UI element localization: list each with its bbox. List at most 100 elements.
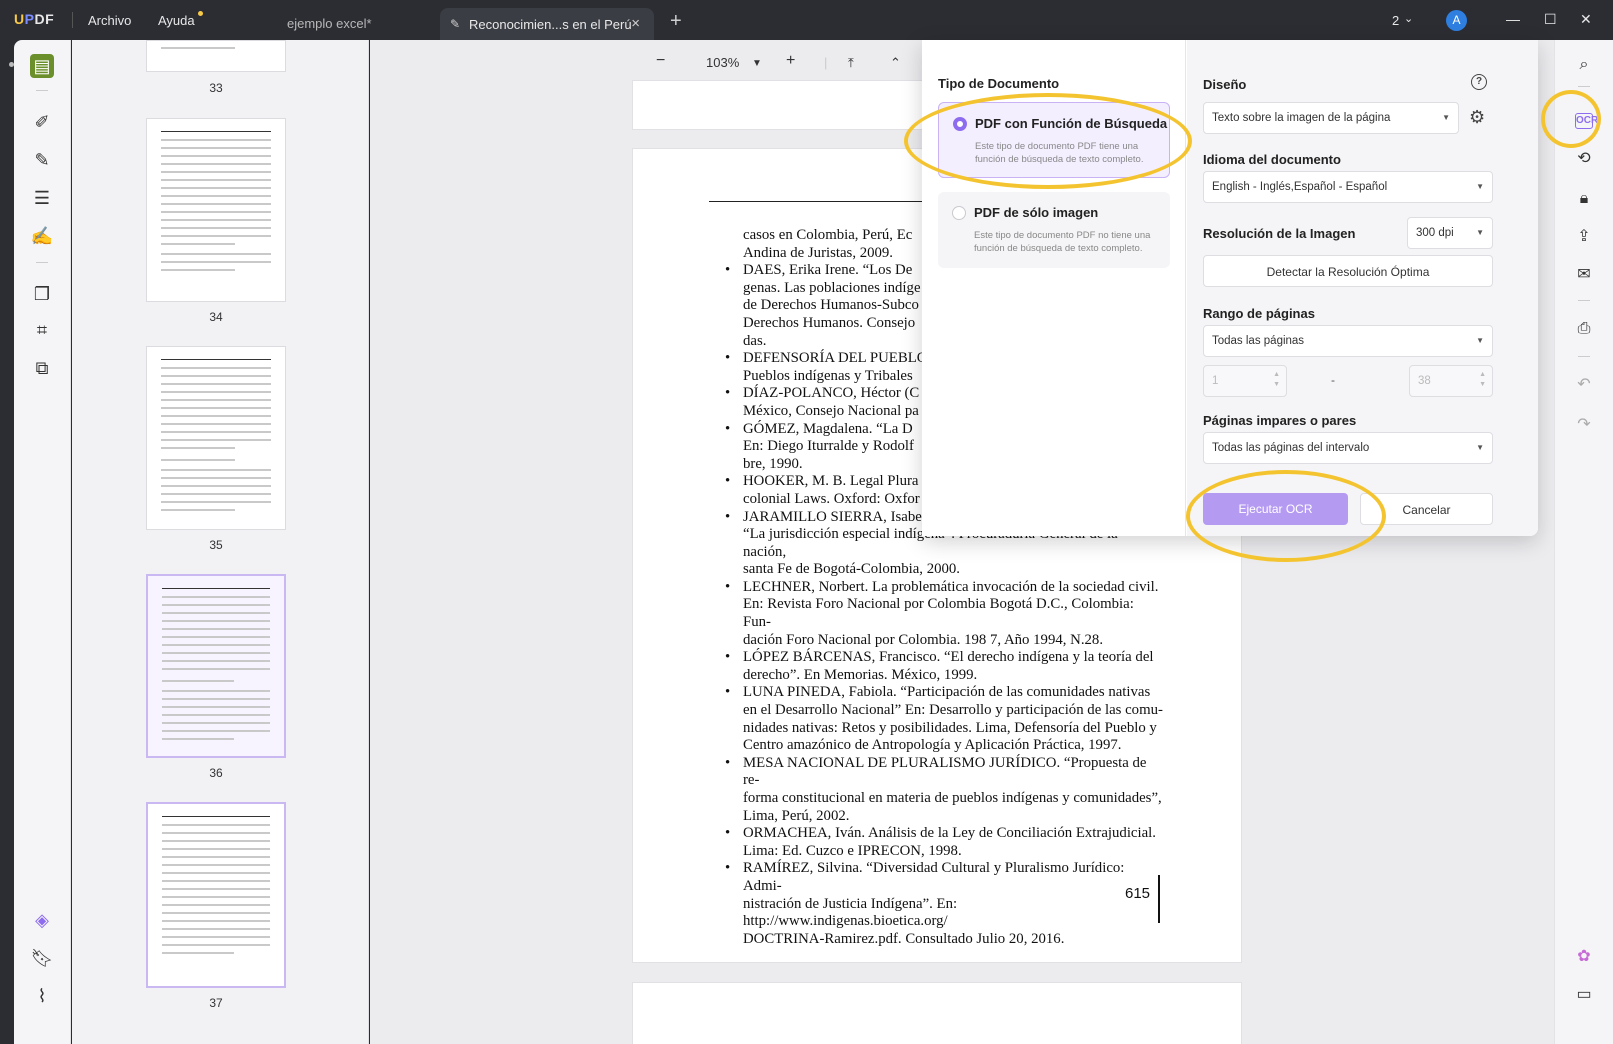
text-line xyxy=(161,235,271,237)
comment-highlighter-icon[interactable]: ✐ xyxy=(30,110,54,134)
chevron-down-icon[interactable]: ▼ xyxy=(752,58,762,69)
prev-page-button[interactable]: ⌃ xyxy=(890,55,901,71)
attachment-icon[interactable]: ⌇ xyxy=(30,984,54,1008)
text-line xyxy=(161,195,271,197)
bibliography-line: • MESA NACIONAL DE PLURALISMO JURÍDICO. “… xyxy=(725,755,1163,790)
text-line xyxy=(162,612,270,614)
option-image-only-pdf[interactable]: PDF de sólo imagen Este tipo de document… xyxy=(938,192,1170,268)
text-line xyxy=(161,47,235,49)
bibliography-text: Lima: Ed. Cuzco e IPRECON, 1998. xyxy=(743,842,962,859)
tab-ejemplo-excel[interactable]: ejemplo excel* xyxy=(287,16,372,31)
text-line xyxy=(161,155,271,157)
text-line xyxy=(161,399,271,401)
ocr-icon[interactable]: OCR xyxy=(1575,113,1598,129)
bibliography-line: Lima: Ed. Cuzco e IPRECON, 1998. xyxy=(743,843,1163,861)
text-line xyxy=(162,936,270,938)
range-to-input[interactable]: 38 ▲ ▼ xyxy=(1409,365,1493,397)
menu-ayuda[interactable]: Ayuda xyxy=(158,13,195,28)
bibliography-text: nistración de Justicia Indígena”. En: ht… xyxy=(743,895,958,930)
avatar[interactable]: A xyxy=(1446,10,1467,31)
document-type-section: Tipo de Documento PDF con Función de Bús… xyxy=(922,40,1186,536)
protect-icon[interactable]: 🔒︎ xyxy=(1573,188,1595,210)
bibliography-text: DOCTRINA-Ramirez.pdf. Consultado Julio 2… xyxy=(743,930,1065,947)
header-rule xyxy=(161,131,271,132)
divider xyxy=(1578,356,1590,357)
chevron-down-icon[interactable]: ⌄ xyxy=(1404,12,1413,25)
bibliography-line: forma constitucional en materia de puebl… xyxy=(743,790,1163,808)
comments-icon[interactable]: ▭ xyxy=(1573,984,1595,1006)
text-line xyxy=(162,880,270,882)
crop-icon[interactable]: ⌗ xyxy=(30,318,54,342)
document-page-next xyxy=(632,982,1242,1044)
text-line xyxy=(162,680,234,682)
bibliography-line: • LECHNER, Norbert. La problemática invoc… xyxy=(725,579,1163,597)
minimize-button[interactable]: — xyxy=(1506,11,1520,27)
thumbnail-page-34[interactable] xyxy=(146,118,286,302)
bullet: • xyxy=(725,262,731,279)
text-line xyxy=(162,944,270,946)
text-line xyxy=(162,840,270,842)
bookmark-icon[interactable]: 🔖︎ xyxy=(30,946,54,970)
organize-pages-icon[interactable]: ❐ xyxy=(30,282,54,306)
resolution-label: Resolución de la Imagen xyxy=(1203,226,1356,241)
text-line xyxy=(161,243,235,245)
range-from-input[interactable]: 1 ▲ ▼ xyxy=(1203,365,1287,397)
thumbnail-page-37[interactable] xyxy=(146,802,286,988)
convert-icon[interactable]: ⟲ xyxy=(1573,148,1595,170)
fill-sign-icon[interactable]: ✍ xyxy=(30,224,54,248)
add-tab-button[interactable]: + xyxy=(670,10,682,33)
edit-pdf-icon[interactable]: ✎ xyxy=(30,148,54,172)
divider xyxy=(36,90,48,91)
window-count[interactable]: 2 xyxy=(1392,13,1399,28)
maximize-button[interactable]: ☐ xyxy=(1544,11,1557,28)
layers-icon[interactable]: ◈ xyxy=(30,908,54,932)
thumbnail-page-35[interactable] xyxy=(146,346,286,530)
menu-archivo[interactable]: Archivo xyxy=(88,13,131,28)
resolution-select[interactable]: 300 dpi ▼ xyxy=(1407,217,1493,249)
odd-even-select[interactable]: Todas las páginas del intervalo ▼ xyxy=(1203,432,1493,464)
search-icon[interactable]: ⌕ xyxy=(1573,54,1595,76)
bibliography-line: • LUNA PINEDA, Fabiola. “Participación de… xyxy=(725,684,1163,702)
save-icon[interactable]: ⎙ xyxy=(1573,318,1595,340)
redo-icon[interactable]: ↷ xyxy=(1573,414,1595,436)
language-select[interactable]: English - Inglés,Español - Español ▼ xyxy=(1203,171,1493,203)
text-line xyxy=(161,431,271,433)
close-window-button[interactable]: ✕ xyxy=(1580,11,1592,28)
chevron-down-icon: ▼ xyxy=(1476,228,1484,237)
layout-select[interactable]: Texto sobre la imagen de la página ▼ xyxy=(1203,102,1459,134)
zoom-level[interactable]: 103% xyxy=(706,55,739,70)
run-ocr-button[interactable]: Ejecutar OCR xyxy=(1203,493,1348,525)
option-searchable-pdf[interactable]: PDF con Función de Búsqueda Este tipo de… xyxy=(938,102,1170,178)
radio-unselected[interactable] xyxy=(952,206,966,220)
cancel-button[interactable]: Cancelar xyxy=(1360,493,1493,525)
page-range-label: Rango de páginas xyxy=(1203,306,1315,321)
form-icon[interactable]: ☰ xyxy=(30,186,54,210)
page-range-select[interactable]: Todas las páginas ▼ xyxy=(1203,325,1493,357)
bibliography-line: nistración de Justicia Indígena”. En: ht… xyxy=(743,896,1163,931)
zoom-in-button[interactable]: + xyxy=(786,52,795,70)
thumbnail-page-36[interactable] xyxy=(146,574,286,758)
reader-mode-icon[interactable]: ▤ xyxy=(30,54,54,78)
thumbnail-page-33[interactable] xyxy=(146,40,286,72)
zoom-out-button[interactable]: − xyxy=(656,52,665,70)
undo-icon[interactable]: ↶ xyxy=(1573,374,1595,396)
help-icon[interactable]: ? xyxy=(1471,74,1487,90)
text-line xyxy=(161,407,271,409)
chevron-down-icon: ▼ xyxy=(1442,113,1450,122)
email-icon[interactable]: ✉ xyxy=(1573,264,1595,286)
text-line xyxy=(162,864,270,866)
first-page-button[interactable]: ⤒ xyxy=(848,55,854,71)
bibliography-text: forma constitucional en materia de puebl… xyxy=(743,790,1162,806)
share-icon[interactable]: ⇪ xyxy=(1573,226,1595,248)
radio-selected[interactable] xyxy=(953,117,967,131)
option-description: Este tipo de documento PDF tiene una fun… xyxy=(975,141,1144,165)
ai-assistant-icon[interactable]: ✿ xyxy=(1573,946,1595,968)
tab-reconocimiento[interactable]: ✎ Reconocimien...s en el Perú × xyxy=(440,8,654,40)
text-line xyxy=(161,261,271,263)
gear-icon[interactable]: ⚙ xyxy=(1469,107,1485,128)
detect-resolution-button[interactable]: Detectar la Resolución Óptima xyxy=(1203,255,1493,287)
chevron-down-icon: ▼ xyxy=(1476,182,1484,191)
copy-pages-icon[interactable]: ⧉ xyxy=(30,356,54,380)
bibliography-text: en el Desarrollo Nacional” En: Desarroll… xyxy=(743,702,1163,719)
close-tab-icon[interactable]: × xyxy=(631,15,640,32)
